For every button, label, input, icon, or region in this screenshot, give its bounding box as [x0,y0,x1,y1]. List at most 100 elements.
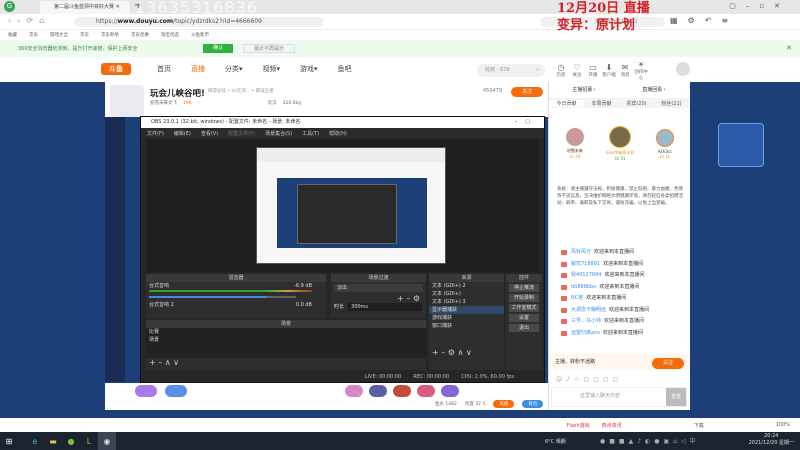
bookmark[interactable]: 淘宝优选 [161,32,179,38]
anchor-recruit-link[interactable]: 主播招募 › [572,86,596,93]
top-contributor[interactable]: bike李福贵木材 LV 31 [606,126,634,161]
nav-buttons[interactable]: ‹›⟳⌂ [8,16,50,25]
transition-select[interactable]: 淡出 [334,284,423,292]
exit-button[interactable]: 退出 [509,324,539,332]
ie-icon[interactable]: e [26,432,44,450]
menu-edit[interactable]: 编辑(E) [174,130,191,137]
volume-slider[interactable] [149,296,296,298]
start-recording-button[interactable]: 开始录制 [509,294,539,302]
obs-icon[interactable]: ◉ [98,432,116,450]
source-item[interactable]: 窗口捕获 [429,322,504,330]
gift-item[interactable] [417,385,435,397]
gift-item[interactable] [165,385,187,397]
duration-input[interactable]: 300ms [348,303,422,311]
anchor-avatar[interactable] [110,85,144,117]
browser-toolbar-icons[interactable]: ▦⚙↶≡ [670,16,738,25]
start-icon[interactable]: ⊞ [0,432,18,450]
clock[interactable]: 20:24 2021/12/20 星期一 [749,433,794,447]
chat-message: bb888bbo 欢迎来到本直播间 [549,282,689,294]
studio-mode-button[interactable]: 工作室模式 [509,304,539,312]
send-button[interactable]: 发送 [666,388,686,406]
dismiss-button[interactable]: 最近不再提示 [243,44,295,53]
source-item[interactable]: 游戏捕获 [429,314,504,322]
nav-live[interactable]: 直播 [191,64,205,74]
bookmark[interactable]: 游戏大全 [50,32,68,38]
chat-tools[interactable]: ☺♪☆▢▢▢▢ [556,376,622,383]
stop-streaming-button[interactable]: 停止推流 [509,284,539,292]
flash-games-link[interactable]: Flash游戏 [567,422,590,429]
start-live-button[interactable]: ▭ 开播 [586,63,600,78]
top-contributor[interactable]: 初雪未来 LV 39 [565,128,584,159]
messages-button[interactable]: ✉ 消息 [618,63,632,78]
follow-button[interactable]: 关注 [511,87,543,97]
bookmark[interactable]: 斗鱼新币 [191,32,209,38]
replay-link[interactable]: 直播回看 › [642,86,666,93]
nav-home[interactable]: 首页 [157,64,171,74]
source-item[interactable]: 显示器捕获 [429,306,504,314]
history-button[interactable]: ◷ 历史 [554,63,568,78]
client-button[interactable]: ⬇ 客户端 [602,63,616,78]
window-controls[interactable]: –▢ [515,117,538,128]
scene-item[interactable]: 比赛 [146,328,426,336]
source-item[interactable]: 文本 (GDI+) [429,290,504,298]
side-banner[interactable] [718,123,764,167]
gift-item[interactable] [369,385,387,397]
recharge-button[interactable]: 充值 [493,400,515,408]
menu-tools[interactable]: 工具(T) [302,130,319,137]
menu-scene-collection[interactable]: 场景集合(S) [265,130,292,137]
browser-tab[interactable]: 第二届斗鱼蓝领中目好大赛 ✕ [40,1,130,14]
nav-games[interactable]: 游戏▾ [300,64,318,74]
source-item[interactable]: 文本 (GDI+) 2 [429,282,504,290]
menu-view[interactable]: 查看(V) [201,130,218,137]
menu-file[interactable]: 文件(F) [147,130,164,137]
explorer-icon[interactable]: ▬ [44,432,62,450]
anchor-name[interactable]: 初雪未来文飞 [150,100,177,106]
yuwan-count: 鱼丸 1482 [435,402,457,407]
window-controls[interactable]: ▢–▫✕ [729,2,790,10]
tab-vip[interactable]: 贵宾(20) [619,100,654,107]
menu-profile[interactable]: 配置文件(P) [228,130,255,137]
bookmark[interactable]: 收藏 [8,32,17,38]
creator-center-button[interactable]: ☀ 创作中心 [634,60,648,81]
gift-item[interactable] [393,385,411,397]
scene-toolbar[interactable]: + – ∧ ∨ [146,358,426,367]
close-icon[interactable]: ✕ [786,44,792,52]
douyu-search-input[interactable]: 经典 - 678 ⌕ [477,64,545,77]
nav-yuba[interactable]: 鱼吧 [338,64,352,74]
weather[interactable]: 6°C 晴朗 [545,438,566,445]
backpack-button[interactable]: 背包 [522,400,544,408]
gift-item[interactable] [135,385,157,397]
url-input[interactable]: https://www.douyu.com/topic/ydzrdks2?rid… [74,17,324,27]
source-toolbar[interactable]: + – ⚙ ∧ ∨ [429,348,504,357]
confirm-button[interactable]: 确认 [203,44,233,53]
transition-add-remove[interactable]: + – ⚙ [331,294,426,303]
bookmark[interactable]: 京东 [29,32,38,38]
bookmark[interactable]: 京东优惠 [131,32,149,38]
room-category[interactable]: 网游竞技 • lol云顶... • 最强王者 [208,88,274,94]
user-avatar[interactable] [676,62,690,76]
tab-week[interactable]: 本周贡献 [584,100,619,107]
follow-list-button[interactable]: ♡ 关注 [570,63,584,78]
hot-news-link[interactable]: 热点资讯 [602,422,622,429]
gift-item[interactable] [441,385,459,397]
menu-help[interactable]: 帮助(H) [329,130,347,137]
tab-fans[interactable]: 粉丝(21) [654,100,689,107]
lol-icon[interactable]: L [80,432,98,450]
nav-video[interactable]: 视频▾ [263,64,281,74]
top-contributor[interactable]: Ash3cc LV 16 [656,128,675,159]
scene-item[interactable]: 场景 [146,336,426,344]
nav-category[interactable]: 分类▾ [225,64,243,74]
gift-item[interactable] [345,385,363,397]
tray-icons[interactable]: ●■■▲♪◐●▣⌂◁中 [600,436,700,445]
source-item[interactable]: 文本 (GDI+) 3 [429,298,504,306]
obs-preview[interactable] [146,139,539,272]
bookmark[interactable]: 京东秒杀 [101,32,119,38]
browser-360-icon[interactable]: ● [62,432,80,450]
settings-button[interactable]: 设置 [509,314,539,322]
tab-today[interactable]: 今日贡献 [549,99,584,107]
download-link[interactable]: 下载 [694,422,704,429]
zoom-level[interactable]: 100% [776,422,790,428]
douyu-logo[interactable]: 斗鱼 [101,63,131,75]
bookmark[interactable]: 京东 [80,32,89,38]
subscribe-follow-button[interactable]: 关注 [652,358,684,369]
